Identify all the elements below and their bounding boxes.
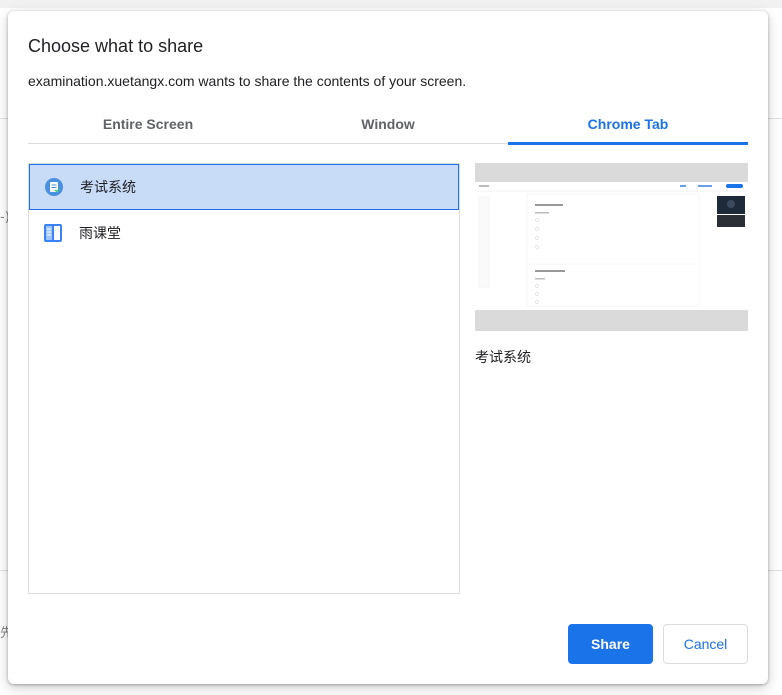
dialog-subtitle: examination.xuetangx.com wants to share …: [28, 73, 467, 89]
dialog-title: Choose what to share: [28, 36, 204, 56]
preview-page-graphic: [475, 182, 748, 307]
list-item-label: 雨课堂: [79, 226, 121, 242]
chrome-tab-list: 考试系统 雨课堂: [28, 163, 460, 594]
rain-classroom-icon: [43, 223, 63, 243]
tab-entire-screen[interactable]: Entire Screen: [28, 106, 268, 143]
list-item-rain-classroom[interactable]: 雨课堂: [29, 210, 459, 256]
exam-system-icon: [44, 177, 64, 197]
preview-page: [475, 182, 748, 310]
tab-window[interactable]: Window: [268, 106, 508, 143]
list-item-exam-system[interactable]: 考试系统: [29, 164, 459, 210]
list-item-label: 考试系统: [80, 180, 136, 196]
cancel-button[interactable]: Cancel: [663, 624, 748, 664]
share-screen-dialog: Choose what to share examination.xuetang…: [8, 11, 768, 684]
share-source-tabs: Entire Screen Window Chrome Tab: [28, 106, 748, 145]
share-button[interactable]: Share: [568, 624, 653, 664]
tab-preview-thumbnail: [475, 163, 748, 331]
preview-label: 考试系统: [475, 350, 531, 366]
tab-chrome-tab[interactable]: Chrome Tab: [508, 106, 748, 145]
